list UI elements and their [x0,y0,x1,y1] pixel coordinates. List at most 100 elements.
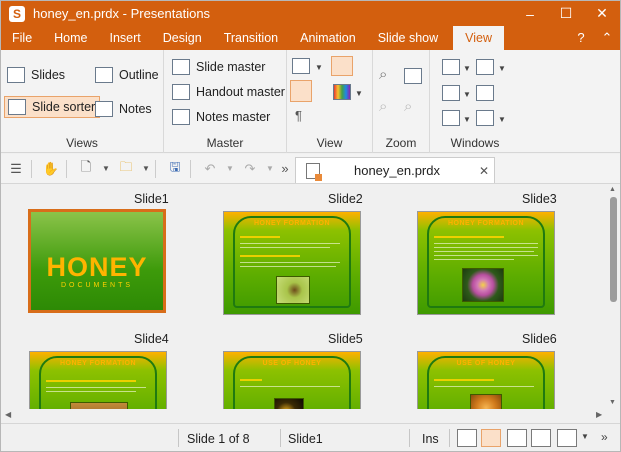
minimize-button[interactable]: – [512,1,548,26]
scroll-right-icon[interactable]: ▶ [596,410,602,419]
vertical-scrollbar[interactable]: ▲ ▼ [607,185,620,409]
slide-title: USE OF HONEY [262,360,322,367]
guides-icon[interactable] [331,56,353,76]
arrange-icon[interactable] [476,59,494,75]
new-document-dropdown-icon[interactable]: ▼ [101,159,111,179]
new-window-icon[interactable] [442,59,460,75]
tab-design[interactable]: Design [152,26,213,50]
hand-tool-icon[interactable]: ✋ [40,159,62,179]
tab-insert[interactable]: Insert [99,26,152,50]
outline-view-button[interactable]: Outline [95,64,159,86]
text-line [240,236,280,238]
text-line [434,236,504,238]
grid-dropdown-icon[interactable]: ▼ [315,63,323,72]
scrollbar-thumb[interactable] [610,197,617,302]
redo-icon[interactable]: ↷ [239,159,261,179]
slide-thumbnail-4[interactable]: HONEY FORMATION [29,351,167,409]
text-line [240,255,300,257]
outline-icon [95,67,113,83]
full-screen-icon[interactable] [476,85,494,101]
handout-master-icon [172,84,190,100]
outline-status-icon[interactable] [507,429,527,447]
text-line [434,259,514,260]
notes-icon [95,101,113,117]
view-group: ▼ ▼ ¶ View [287,50,373,153]
slide-label: Slide5 [328,332,363,346]
close-tab-icon[interactable]: ✕ [474,164,494,178]
split-window-icon[interactable] [442,85,460,101]
tab-slide-show[interactable]: Slide show [367,26,449,50]
scroll-down-icon[interactable]: ▼ [609,399,616,406]
slide-thumbnail-2[interactable]: HONEY FORMATION [223,211,361,315]
notes-view-button[interactable]: Notes [95,98,152,120]
app-icon: S [9,5,25,22]
layout-panel-icon[interactable] [290,80,312,102]
tab-view[interactable]: View [453,26,505,50]
status-bar: Slide 1 of 8 Slide1 Ins ▼ » [1,423,620,451]
zoom-100-icon[interactable] [404,68,422,84]
slide-position: Slide 1 of 8 [187,432,250,446]
slide-thumbnail-5[interactable]: USE OF HONEY [223,351,361,409]
split-window-dropdown-icon[interactable]: ▼ [463,90,471,99]
scroll-left-icon[interactable]: ◀ [5,410,11,419]
color-scheme-icon[interactable] [333,84,351,100]
slideshow-dropdown-icon[interactable]: ▼ [581,432,589,441]
text-line [46,387,146,388]
color-scheme-dropdown-icon[interactable]: ▼ [355,89,363,98]
redo-dropdown-icon[interactable]: ▼ [265,159,275,179]
new-window-dropdown-icon[interactable]: ▼ [463,64,471,73]
windows-group: ▼ ▼ ▼ ▼ ▼ Windows [430,50,520,153]
slide-sorter-view-label: Slide sorter [32,100,96,114]
horizontal-scrollbar[interactable]: ◀ ▶ [1,409,607,422]
scroll-up-icon[interactable]: ▲ [609,186,616,193]
document-tab[interactable]: honey_en.prdx ✕ [295,157,495,183]
slide-sorter-status-icon[interactable] [481,429,501,447]
tab-home[interactable]: Home [43,26,98,50]
save-icon[interactable]: 🖫 [164,159,186,179]
slide-thumbnail-6[interactable]: USE OF HONEY [417,351,555,409]
close-button[interactable]: ✕ [584,1,620,26]
tab-file[interactable]: File [1,26,43,50]
open-folder-icon[interactable]: 🗀 [115,159,137,179]
slide-master-button[interactable]: Slide master [172,56,265,78]
slide-thumbnail-3[interactable]: HONEY FORMATION [417,211,555,315]
handout-master-button[interactable]: Handout master [172,81,285,103]
switch-window-icon[interactable] [476,110,494,126]
arrange-dropdown-icon[interactable]: ▼ [498,64,506,73]
zoom-icon[interactable]: ⌕ [379,66,387,83]
status-separator [178,429,179,447]
slide-title: HONEY FORMATION [59,360,137,367]
tab-transition[interactable]: Transition [213,26,289,50]
collapse-ribbon-icon[interactable]: ⌃ [594,26,620,50]
cascade-icon[interactable] [442,110,460,126]
status-separator [449,429,450,447]
slide-thumbnail-1[interactable]: HONEY DOCUMENTS [28,209,166,313]
toolbar-overflow-icon[interactable]: » [279,159,291,179]
slide-title: USE OF HONEY [456,360,516,367]
slideshow-status-icon[interactable] [557,429,577,447]
normal-view-icon[interactable] [457,429,477,447]
grid-icon[interactable] [292,58,310,74]
help-icon[interactable]: ? [568,26,594,50]
undo-icon[interactable]: ↶ [199,159,221,179]
maximize-button[interactable]: ☐ [548,1,584,26]
zoom-out-icon[interactable]: ⌕ [379,98,387,115]
cascade-dropdown-icon[interactable]: ▼ [463,115,471,124]
text-line [46,391,136,392]
slide-sorter-view-button[interactable]: Slide sorter [4,96,101,118]
new-document-icon[interactable]: 🗋 [75,159,97,179]
status-overflow-icon[interactable]: » [601,430,608,444]
notes-master-button[interactable]: Notes master [172,106,270,128]
zoom-fit-icon[interactable]: ⌕ [404,98,412,115]
slide-sorter-icon [8,99,26,115]
insert-mode[interactable]: Ins [422,432,439,446]
undo-dropdown-icon[interactable]: ▼ [225,159,235,179]
text-line [240,247,330,248]
tab-animation[interactable]: Animation [289,26,367,50]
slides-view-button[interactable]: Slides [7,64,65,86]
switch-window-dropdown-icon[interactable]: ▼ [498,115,506,124]
open-dropdown-icon[interactable]: ▼ [141,159,151,179]
notes-status-icon[interactable] [531,429,551,447]
menu-icon[interactable]: ☰ [5,159,27,179]
paragraph-marks-icon[interactable]: ¶ [295,108,302,123]
